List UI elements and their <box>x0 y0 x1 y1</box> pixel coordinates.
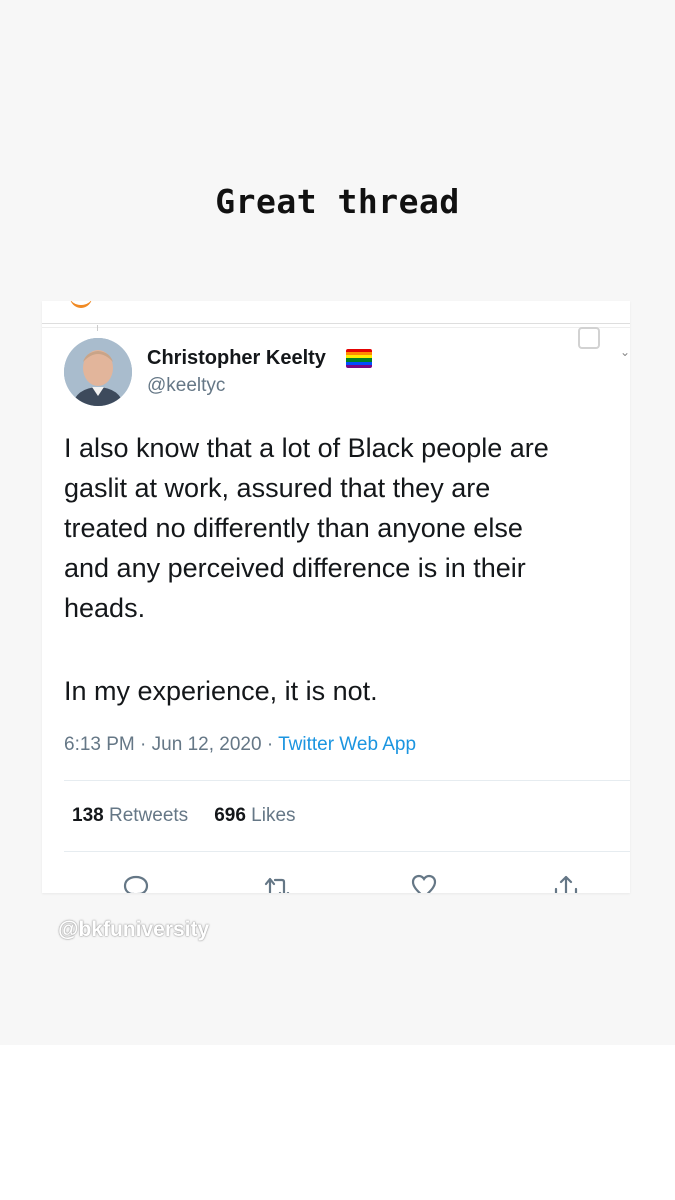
watermark: @bkfuniversity <box>58 918 210 941</box>
tweet-source-link[interactable]: Twitter Web App <box>278 734 416 755</box>
tweet-text: I also know that a lot of Black people a… <box>64 433 549 623</box>
divider <box>64 780 630 781</box>
author-handle[interactable]: @keeltyc <box>147 375 225 397</box>
tweet-timestamp: 6:13 PM · Jun 12, 2020 · Twitter Web App <box>64 734 416 756</box>
tweet-stats: 138 Retweets 696 Likes <box>72 805 296 827</box>
likes-count: 696 <box>214 805 246 826</box>
reply-icon[interactable] <box>121 871 153 893</box>
checkbox-icon[interactable] <box>578 327 600 349</box>
tweet-time[interactable]: 6:13 PM <box>64 734 135 755</box>
story-caption: Great thread <box>215 182 460 221</box>
cropped-previous-avatar <box>70 301 92 308</box>
tweet-text-second-paragraph: In my experience, it is not. <box>64 676 378 706</box>
separator: · <box>266 734 274 755</box>
share-icon[interactable] <box>551 871 583 893</box>
divider <box>42 327 630 328</box>
retweet-icon[interactable] <box>262 871 294 893</box>
retweets-stat[interactable]: 138 Retweets <box>72 805 188 826</box>
avatar[interactable] <box>64 338 132 406</box>
author-name[interactable]: Christopher Keelty <box>147 347 326 370</box>
thread-line <box>97 325 98 331</box>
retweets-label: Retweets <box>108 805 189 826</box>
likes-stat[interactable]: 696 Likes <box>214 805 295 826</box>
chevron-down-icon[interactable]: ⌄ <box>620 345 630 359</box>
like-icon[interactable] <box>409 871 441 893</box>
retweets-count: 138 <box>72 805 104 826</box>
tweet-card: ⌄ Christopher Keelty @keeltyc I also kno… <box>42 301 630 893</box>
separator: · <box>140 734 147 755</box>
tweet-date[interactable]: Jun 12, 2020 <box>152 734 262 755</box>
rainbow-flag-icon <box>346 349 372 368</box>
divider <box>64 851 630 852</box>
divider <box>42 323 630 324</box>
story-bottom-area <box>0 1045 675 1200</box>
likes-label: Likes <box>251 805 296 826</box>
